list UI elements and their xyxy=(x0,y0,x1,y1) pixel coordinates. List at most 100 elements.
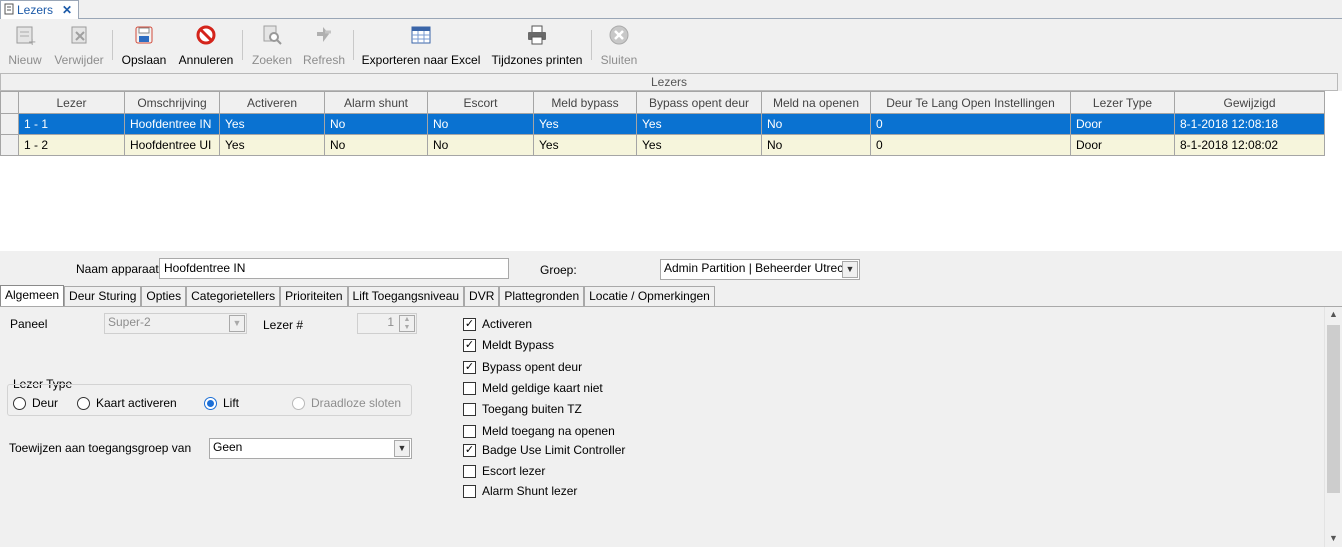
cell-deur-te-lang-open[interactable]: 0 xyxy=(870,134,1071,156)
row-header[interactable] xyxy=(0,134,19,156)
tab-opties[interactable]: Opties xyxy=(141,286,187,307)
paneel-select[interactable]: Super-2 ▼ xyxy=(104,313,247,334)
cancel-button[interactable]: Annuleren xyxy=(176,20,236,70)
cell-alarm-shunt[interactable]: No xyxy=(324,134,428,156)
radio-kaart-activeren[interactable]: Kaart activeren xyxy=(77,396,177,410)
column-header[interactable]: Omschrijving xyxy=(124,91,220,114)
cell-lezer-type[interactable]: Door xyxy=(1070,113,1175,135)
column-header[interactable]: Escort xyxy=(427,91,534,114)
checkbox-label: Bypass opent deur xyxy=(482,360,583,374)
checkbox-option[interactable]: Escort lezer xyxy=(463,464,545,478)
column-header[interactable]: Deur Te Lang Open Instellingen xyxy=(870,91,1071,114)
scroll-down-icon[interactable]: ▼ xyxy=(1329,533,1338,543)
delete-record-icon xyxy=(66,22,92,48)
toolbar-separator xyxy=(112,30,113,60)
cell-escort[interactable]: No xyxy=(427,113,534,135)
cell-gewijzigd[interactable]: 8-1-2018 12:08:02 xyxy=(1174,134,1325,156)
tab-lift-toegangsniveau[interactable]: Lift Toegangsniveau xyxy=(347,286,465,307)
radio-deur[interactable]: Deur xyxy=(13,396,58,410)
search-label: Zoeken xyxy=(251,53,293,67)
cell-meld-na-openen[interactable]: No xyxy=(761,134,871,156)
naam-apparaat-label: Naam apparaat xyxy=(76,262,159,276)
print-timezones-label: Tijdzones printen xyxy=(491,53,583,67)
row-header[interactable] xyxy=(0,113,19,135)
spinner-arrows-icon[interactable]: ▲ ▼ xyxy=(399,315,415,332)
table-row[interactable]: 1 - 2 Hoofdentree UI Yes No No Yes Yes N… xyxy=(0,134,1325,156)
checkbox-option[interactable]: Meld geldige kaart niet xyxy=(463,381,603,395)
radio-lift[interactable]: Lift xyxy=(204,396,239,410)
chevron-down-icon[interactable]: ▼ xyxy=(394,440,410,457)
cell-alarm-shunt[interactable]: No xyxy=(324,113,428,135)
cell-bypass-opent-deur[interactable]: Yes xyxy=(636,134,762,156)
column-header[interactable]: Bypass opent deur xyxy=(636,91,762,114)
chevron-down-icon[interactable]: ▼ xyxy=(842,261,858,278)
radio-draadloze-sloten[interactable]: Draadloze sloten xyxy=(292,396,401,410)
checkbox-box xyxy=(463,402,476,416)
lezer-number-stepper[interactable]: 1 ▲ ▼ xyxy=(357,313,417,334)
delete-button[interactable]: Verwijder xyxy=(52,20,106,70)
refresh-button[interactable]: Refresh xyxy=(302,20,346,70)
cell-meld-bypass[interactable]: Yes xyxy=(533,113,637,135)
cell-meld-na-openen[interactable]: No xyxy=(761,113,871,135)
export-excel-button[interactable]: Exporteren naar Excel xyxy=(362,20,480,70)
cell-activeren[interactable]: Yes xyxy=(219,113,325,135)
groep-select[interactable]: Admin Partition | Beheerder Utrech ▼ xyxy=(660,259,860,280)
radio-label: Deur xyxy=(32,396,59,410)
scroll-up-icon[interactable]: ▲ xyxy=(1329,309,1338,319)
cell-lezer[interactable]: 1 - 1 xyxy=(18,113,125,135)
vertical-scrollbar[interactable]: ▲ ▼ xyxy=(1324,307,1342,547)
close-tab-icon[interactable]: ✕ xyxy=(62,3,72,17)
print-timezones-button[interactable]: Tijdzones printen xyxy=(489,20,585,70)
checkbox-label: Meld toegang na openen xyxy=(482,424,615,438)
cell-lezer-type[interactable]: Door xyxy=(1070,134,1175,156)
tab-dvr[interactable]: DVR xyxy=(464,286,500,307)
tab-plattegronden[interactable]: Plattegronden xyxy=(499,286,585,307)
groep-label: Groep: xyxy=(540,263,577,277)
tab-deur-sturing[interactable]: Deur Sturing xyxy=(64,286,142,307)
search-button[interactable]: Zoeken xyxy=(250,20,294,70)
radio-label: Kaart activeren xyxy=(96,396,177,410)
cell-gewijzigd[interactable]: 8-1-2018 12:08:18 xyxy=(1174,113,1325,135)
close-button[interactable]: Sluiten xyxy=(598,20,640,70)
toewijzen-select[interactable]: Geen ▼ xyxy=(209,438,412,459)
tab-locatie-opmerkingen[interactable]: Locatie / Opmerkingen xyxy=(584,286,715,307)
tab-categorietellers[interactable]: Categorietellers xyxy=(186,286,281,307)
checkbox-option[interactable]: Toegang buiten TZ xyxy=(463,402,582,416)
chevron-down-icon[interactable]: ▼ xyxy=(229,315,245,332)
column-header[interactable]: Meld bypass xyxy=(533,91,637,114)
checkbox-option[interactable]: ✓ Bypass opent deur xyxy=(463,360,582,374)
column-header[interactable]: Lezer xyxy=(18,91,125,114)
column-header[interactable]: Lezer Type xyxy=(1070,91,1175,114)
grid-header-row: Lezer Omschrijving Activeren Alarm shunt… xyxy=(0,91,1325,114)
save-button[interactable]: Opslaan xyxy=(119,20,169,70)
cell-bypass-opent-deur[interactable]: Yes xyxy=(636,113,762,135)
naam-apparaat-input[interactable]: Hoofdentree IN xyxy=(159,258,509,279)
column-header[interactable]: Gewijzigd xyxy=(1174,91,1325,114)
new-button[interactable]: + Nieuw xyxy=(6,20,44,70)
cell-omschrijving[interactable]: Hoofdentree IN xyxy=(124,113,220,135)
column-header[interactable]: Activeren xyxy=(219,91,325,114)
document-tab-lezers[interactable]: Lezers ✕ xyxy=(0,0,79,19)
tab-algemeen[interactable]: Algemeen xyxy=(0,285,65,307)
cell-deur-te-lang-open[interactable]: 0 xyxy=(870,113,1071,135)
cell-meld-bypass[interactable]: Yes xyxy=(533,134,637,156)
scrollbar-thumb[interactable] xyxy=(1327,325,1340,493)
printer-icon xyxy=(524,22,550,48)
cell-omschrijving[interactable]: Hoofdentree UI xyxy=(124,134,220,156)
new-record-icon: + xyxy=(12,22,38,48)
cell-activeren[interactable]: Yes xyxy=(219,134,325,156)
algemeen-panel xyxy=(0,306,1342,547)
radio-label: Lift xyxy=(223,396,240,410)
column-header[interactable]: Meld na openen xyxy=(761,91,871,114)
column-header[interactable]: Alarm shunt xyxy=(324,91,428,114)
checkbox-option[interactable]: Meld toegang na openen xyxy=(463,424,615,438)
cell-escort[interactable]: No xyxy=(427,134,534,156)
table-row[interactable]: 1 - 1 Hoofdentree IN Yes No No Yes Yes N… xyxy=(0,113,1325,135)
checkbox-option[interactable]: ✓ Badge Use Limit Controller xyxy=(463,443,625,457)
cell-lezer[interactable]: 1 - 2 xyxy=(18,134,125,156)
toewijzen-value: Geen xyxy=(213,440,243,454)
checkbox-option[interactable]: Alarm Shunt lezer xyxy=(463,484,577,498)
checkbox-option[interactable]: ✓ Meldt Bypass xyxy=(463,338,554,352)
tab-prioriteiten[interactable]: Prioriteiten xyxy=(280,286,348,307)
checkbox-option[interactable]: ✓ Activeren xyxy=(463,317,532,331)
